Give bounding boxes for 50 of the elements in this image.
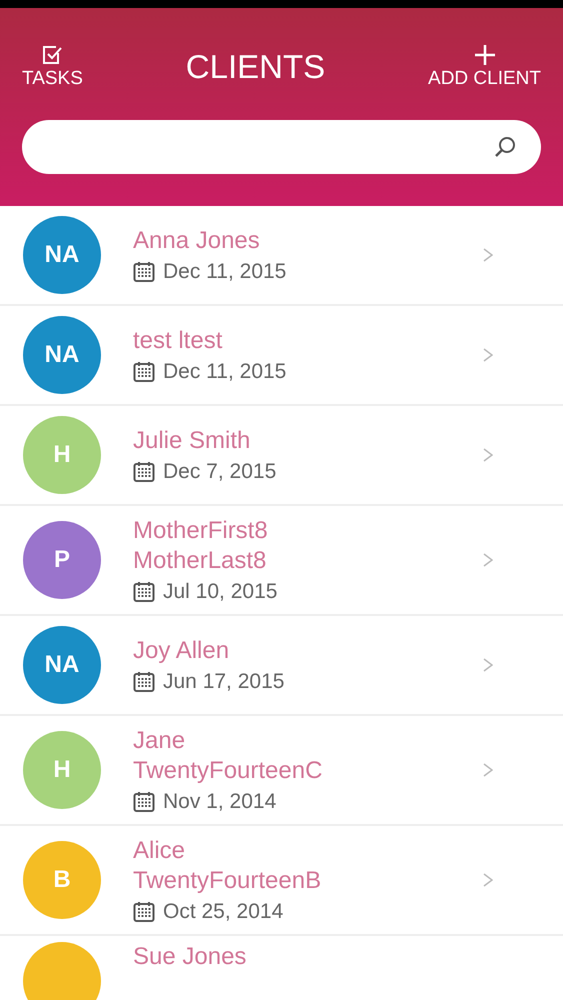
client-avatar: H: [23, 416, 101, 494]
client-name: Alice TwentyFourteenB: [133, 836, 322, 896]
client-avatar: NA: [23, 626, 101, 704]
search-icon: [493, 135, 517, 159]
client-avatar: P: [23, 521, 101, 599]
client-name: Julie Smith: [133, 426, 252, 456]
client-date: Dec 7, 2015: [163, 460, 276, 484]
client-avatar: NA: [23, 216, 101, 294]
client-date: Nov 1, 2014: [163, 790, 276, 814]
client-row[interactable]: H Julie Smith Dec 7, 2015: [0, 406, 563, 506]
chevron-icon: [483, 553, 493, 567]
client-row[interactable]: P MotherFirst8 MotherLast8 Jul 10, 2015: [0, 506, 563, 616]
client-name: Anna Jones: [133, 226, 261, 256]
client-avatar: H: [23, 731, 101, 809]
tasks-button[interactable]: TASKS: [22, 44, 83, 90]
plus-icon: [474, 44, 496, 66]
calendar-icon: [133, 901, 155, 923]
client-date: Dec 11, 2015: [163, 260, 286, 284]
client-name: MotherFirst8 MotherLast8: [133, 516, 269, 576]
calendar-icon: [133, 581, 155, 603]
client-row[interactable]: NA test ltest Dec 11, 2015: [0, 306, 563, 406]
client-avatar: B: [23, 841, 101, 919]
client-name: Sue Jones: [133, 942, 248, 972]
checkbox-icon: [41, 44, 64, 66]
client-row[interactable]: NA Anna Jones Dec 11, 2015: [0, 206, 563, 306]
chevron-icon: [483, 873, 493, 887]
client-date: Oct 25, 2014: [163, 900, 284, 924]
client-row[interactable]: B Alice TwentyFourteenB Oct 25, 2014: [0, 826, 563, 936]
calendar-icon: [133, 461, 155, 483]
client-date: Jun 17, 2015: [163, 670, 284, 694]
chevron-icon: [483, 348, 493, 362]
client-name: Joy Allen: [133, 636, 230, 666]
client-row[interactable]: H Jane TwentyFourteenC Nov 1, 2014: [0, 716, 563, 826]
calendar-icon: [133, 791, 155, 813]
chevron-icon: [483, 448, 493, 462]
client-name: test ltest: [133, 326, 224, 356]
client-date: Dec 11, 2015: [163, 360, 286, 384]
search-field[interactable]: [22, 120, 541, 174]
client-avatar: NA: [23, 316, 101, 394]
client-date: Jul 10, 2015: [163, 580, 278, 604]
page-title: CLIENTS: [186, 48, 326, 86]
client-row[interactable]: NA Joy Allen Jun 17, 2015: [0, 616, 563, 716]
chevron-icon: [483, 248, 493, 262]
chevron-icon: [483, 658, 493, 672]
add-client-button[interactable]: ADD CLIENT: [428, 44, 541, 90]
chevron-icon: [483, 763, 493, 777]
client-name: Jane TwentyFourteenC: [133, 726, 324, 786]
calendar-icon: [133, 361, 155, 383]
calendar-icon: [133, 261, 155, 283]
calendar-icon: [133, 671, 155, 693]
